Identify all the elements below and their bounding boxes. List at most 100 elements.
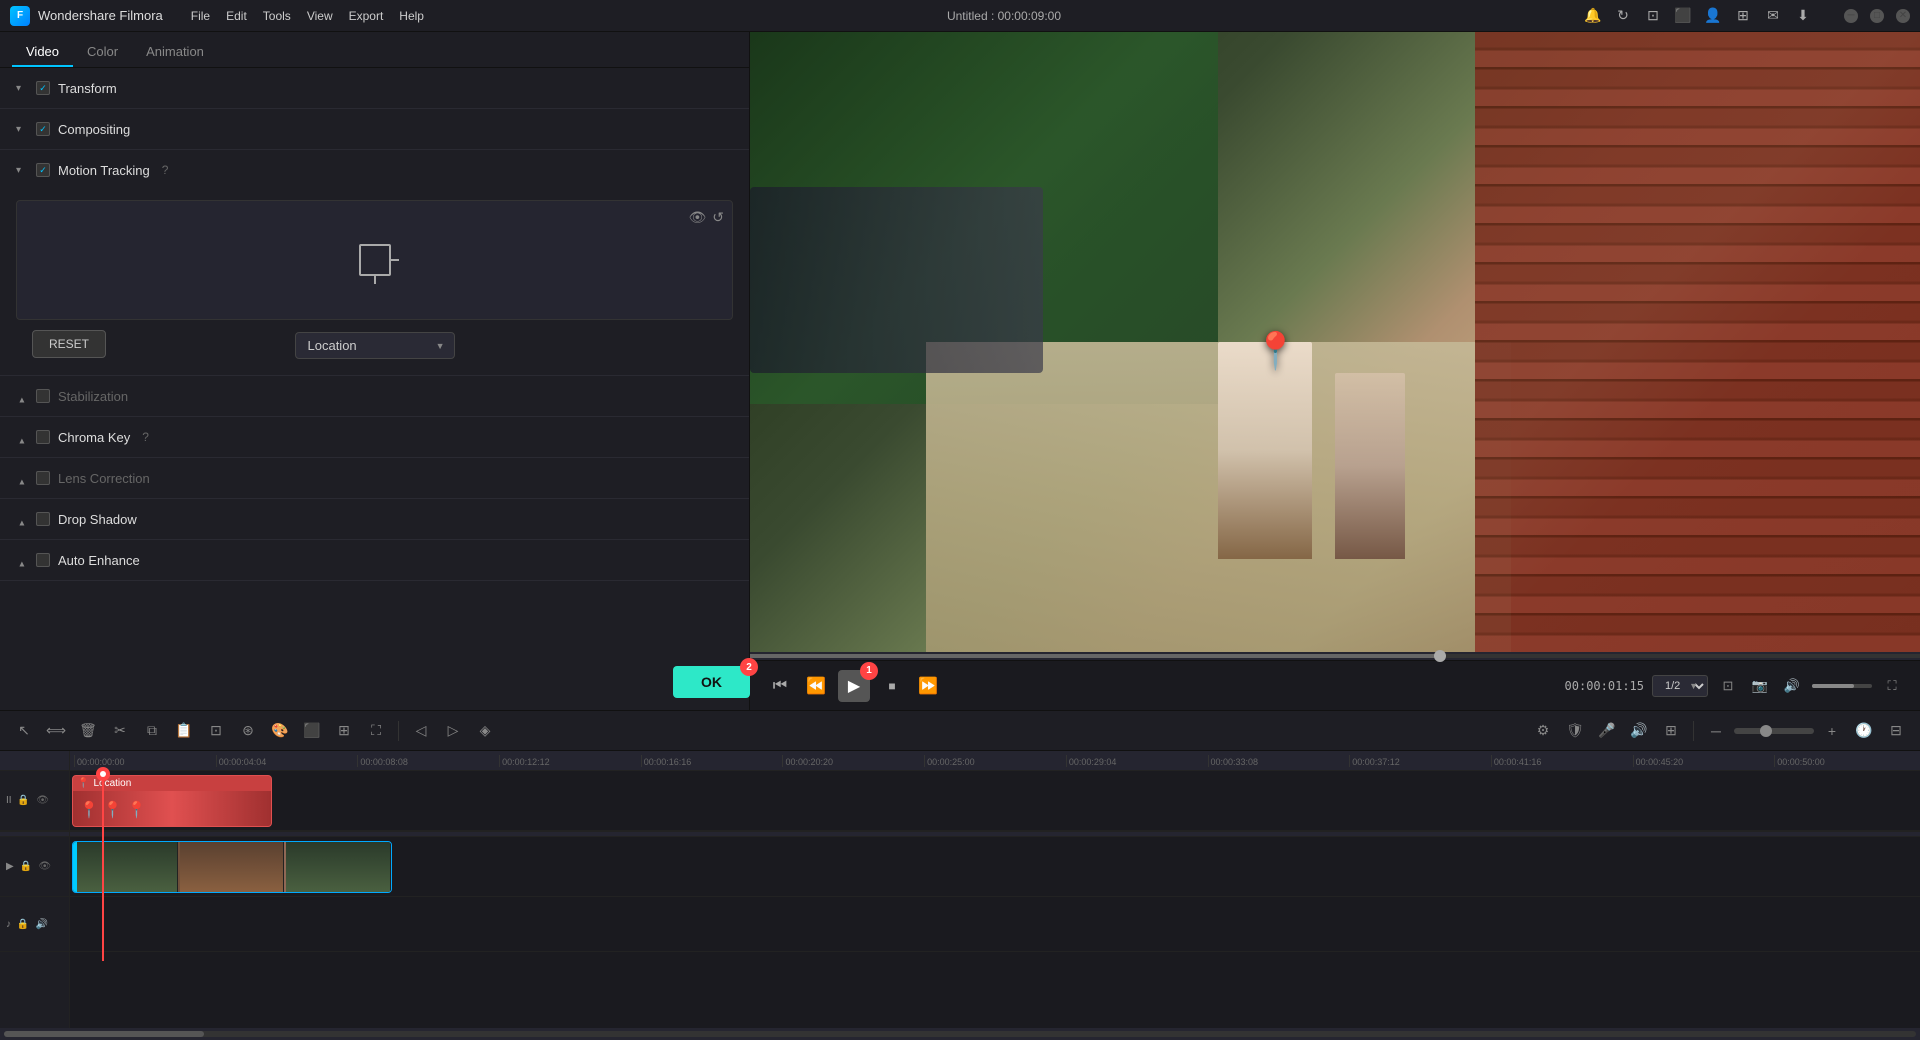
reset-button[interactable]: RESET: [32, 330, 106, 358]
section-drop-shadow-header[interactable]: ▸ Drop Shadow: [0, 499, 749, 539]
menu-edit[interactable]: Edit: [226, 9, 247, 23]
layout-icon[interactable]: ⊞: [1734, 7, 1752, 25]
tab-animation[interactable]: Animation: [132, 38, 218, 67]
ok-btn-container: OK 2: [673, 666, 750, 698]
ok-button[interactable]: OK 2: [673, 666, 750, 698]
menu-tools[interactable]: Tools: [263, 9, 291, 23]
motion-tracking-help-icon[interactable]: ?: [162, 163, 169, 177]
copy-button[interactable]: ⧉: [138, 717, 166, 745]
download-icon[interactable]: ⬇: [1794, 7, 1812, 25]
plus-zoom[interactable]: +: [1818, 717, 1846, 745]
section-transform-header[interactable]: ▾ Transform: [0, 68, 749, 108]
visibility-toggle-icon[interactable]: 👁: [688, 209, 706, 226]
close-button[interactable]: ✕: [1896, 9, 1910, 23]
tab-color[interactable]: Color: [73, 38, 132, 67]
auto-enhance-checkbox[interactable]: [36, 553, 50, 567]
quality-select[interactable]: 1/2 1/4 Full: [1652, 675, 1708, 697]
ripple-edit-tool[interactable]: ⟺: [42, 717, 70, 745]
section-motion-tracking-header[interactable]: ▾ Motion Tracking ?: [0, 150, 749, 190]
video-clip[interactable]: [72, 841, 392, 893]
timeline-scrollbar[interactable]: [0, 1028, 1920, 1040]
track-2-eye[interactable]: 👁: [37, 859, 53, 875]
paste-button[interactable]: 📋: [170, 717, 198, 745]
crop-icon[interactable]: ⊡: [1644, 7, 1662, 25]
tab-video[interactable]: Video: [12, 38, 73, 67]
minimize-button[interactable]: ─: [1844, 9, 1858, 23]
crop-button[interactable]: ⊡: [202, 717, 230, 745]
zoom-slider[interactable]: [1734, 728, 1814, 734]
section-stabilization-header[interactable]: ▸ Stabilization: [0, 376, 749, 416]
pointer-tool[interactable]: ↖: [10, 717, 38, 745]
render-button[interactable]: ⚙: [1529, 717, 1557, 745]
drop-shadow-checkbox[interactable]: [36, 512, 50, 526]
fit-button[interactable]: ⊞: [330, 717, 358, 745]
clock-button[interactable]: 🕐: [1850, 717, 1878, 745]
screenshot-button[interactable]: 📷: [1748, 674, 1772, 698]
minus-zoom[interactable]: ─: [1702, 717, 1730, 745]
stabilization-checkbox[interactable]: [36, 389, 50, 403]
mark-out-button[interactable]: ▷: [439, 717, 467, 745]
motion-tracking-checkbox[interactable]: [36, 163, 50, 177]
shield-button[interactable]: 🛡: [1561, 717, 1589, 745]
speaker-button[interactable]: 🔊: [1625, 717, 1653, 745]
play-button[interactable]: ▶ 1: [838, 670, 870, 702]
mask-button[interactable]: ⬛: [298, 717, 326, 745]
frame-forward-button[interactable]: ⏩: [914, 672, 942, 700]
scrollbar-track[interactable]: [4, 1031, 1916, 1037]
profile-icon[interactable]: 👤: [1704, 7, 1722, 25]
fullscreen-button[interactable]: ⛶: [1880, 674, 1904, 698]
zoom-handle[interactable]: [1760, 725, 1772, 737]
delete-button[interactable]: 🗑: [74, 717, 102, 745]
cut-button[interactable]: ✂: [106, 717, 134, 745]
track-2-lock[interactable]: 🔒: [18, 859, 34, 875]
frame-back-button[interactable]: ⏪: [802, 672, 830, 700]
menu-file[interactable]: File: [191, 9, 210, 23]
track-1-eye[interactable]: 👁: [35, 793, 51, 809]
mark-in-button[interactable]: ◁: [407, 717, 435, 745]
reset-preview-icon[interactable]: ↺: [712, 209, 724, 226]
grid-button[interactable]: ⊞: [1657, 717, 1685, 745]
expand-button[interactable]: ⊟: [1882, 717, 1910, 745]
maximize-button[interactable]: □: [1870, 9, 1884, 23]
section-chroma-key-header[interactable]: ▸ Chroma Key ?: [0, 417, 749, 457]
ruler-mark-5: 00:00:20:20: [782, 755, 924, 767]
location-select[interactable]: Location Object Scene: [295, 332, 455, 359]
chroma-key-help-icon[interactable]: ?: [142, 430, 149, 444]
audio-lock[interactable]: 🔒: [15, 916, 31, 932]
fullscreen-timeline-button[interactable]: ⛶: [362, 717, 390, 745]
fit-to-screen-button[interactable]: ⊡: [1716, 674, 1740, 698]
stop-button[interactable]: ■: [878, 672, 906, 700]
track-2-number: ▶: [6, 861, 14, 872]
color-button[interactable]: 🎨: [266, 717, 294, 745]
audio-button[interactable]: 🔊: [1780, 674, 1804, 698]
audio-mute[interactable]: 🔊: [34, 916, 50, 932]
export-icon[interactable]: ⬛: [1674, 7, 1692, 25]
chroma-key-checkbox[interactable]: [36, 430, 50, 444]
section-auto-enhance-header[interactable]: ▸ Auto Enhance: [0, 540, 749, 580]
lens-correction-checkbox[interactable]: [36, 471, 50, 485]
scrollbar-thumb[interactable]: [4, 1031, 204, 1037]
sync-icon[interactable]: ↻: [1614, 7, 1632, 25]
menu-help[interactable]: Help: [399, 9, 424, 23]
mic-button[interactable]: 🎤: [1593, 717, 1621, 745]
detach-audio-button[interactable]: ◈: [471, 717, 499, 745]
track-1-lock[interactable]: 🔒: [16, 793, 32, 809]
menu-view[interactable]: View: [307, 9, 333, 23]
timeline-content[interactable]: 00:00:00:00 00:00:04:04 00:00:08:08 00:0…: [70, 751, 1920, 1028]
title-bar: F Wondershare Filmora File Edit Tools Vi…: [0, 0, 1920, 32]
playhead[interactable]: [102, 771, 104, 961]
quality-wrapper: 1/2 1/4 Full: [1652, 675, 1708, 697]
transform-checkbox[interactable]: [36, 81, 50, 95]
mail-icon[interactable]: ✉: [1764, 7, 1782, 25]
section-lens-correction-header[interactable]: ▸ Lens Correction: [0, 458, 749, 498]
preview-handle[interactable]: [1434, 650, 1446, 662]
section-compositing-header[interactable]: ▾ Compositing: [0, 109, 749, 149]
notification-icon[interactable]: 🔔: [1584, 7, 1602, 25]
preview-timeline[interactable]: [750, 652, 1920, 660]
compositing-checkbox[interactable]: [36, 122, 50, 136]
step-back-button[interactable]: ⏮: [766, 672, 794, 700]
speed-button[interactable]: ⊛: [234, 717, 262, 745]
menu-export[interactable]: Export: [349, 9, 384, 23]
title-bar-left: F Wondershare Filmora File Edit Tools Vi…: [10, 6, 424, 26]
volume-slider[interactable]: [1812, 684, 1872, 688]
